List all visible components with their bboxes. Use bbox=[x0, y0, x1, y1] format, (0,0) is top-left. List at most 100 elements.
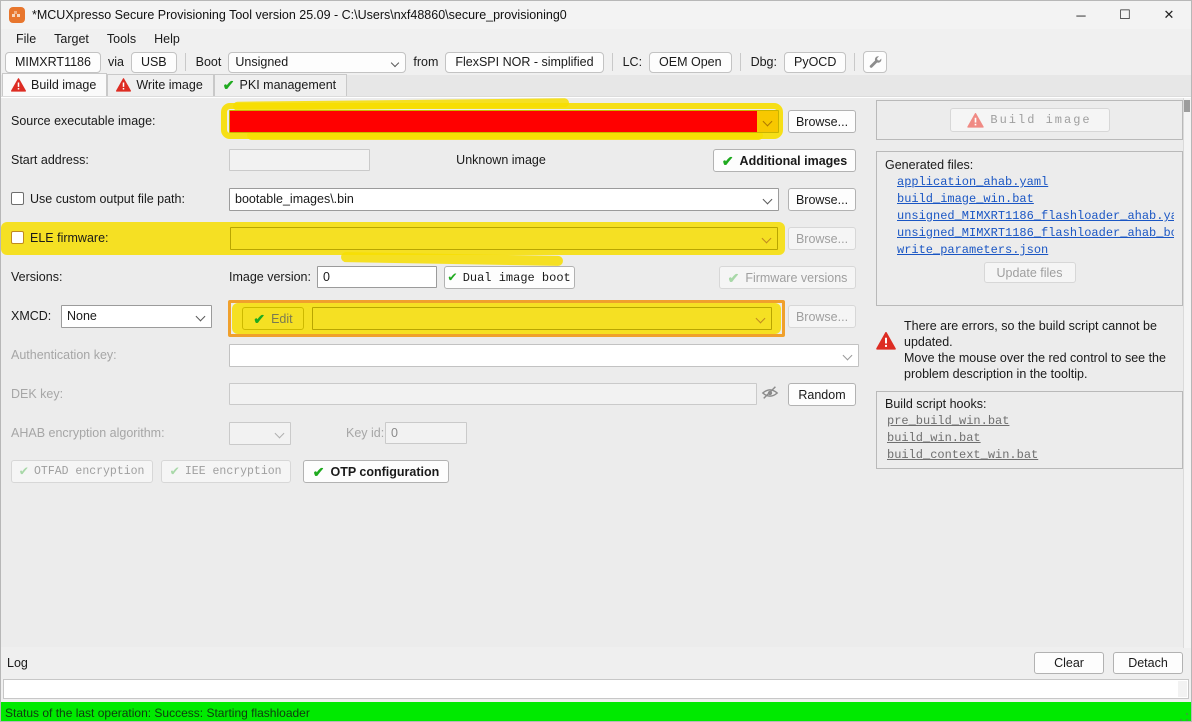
warning-icon bbox=[967, 113, 984, 128]
marker-highlight bbox=[341, 252, 563, 266]
boot-type-value: Unsigned bbox=[235, 55, 288, 69]
connection-button[interactable]: USB bbox=[131, 52, 177, 73]
log-output[interactable] bbox=[3, 679, 1189, 699]
output-path-checkbox[interactable] bbox=[11, 192, 24, 205]
additional-images-button[interactable]: ✔ Additional images bbox=[713, 149, 856, 172]
check-icon: ✔ bbox=[253, 312, 265, 326]
tab-write-image-label: Write image bbox=[136, 78, 202, 92]
menu-target[interactable]: Target bbox=[45, 30, 98, 48]
warning-icon bbox=[116, 78, 131, 92]
hook-link[interactable]: build_win.bat bbox=[887, 431, 1174, 445]
tab-build-image[interactable]: Build image bbox=[2, 73, 107, 96]
build-image-button-label: Build image bbox=[990, 113, 1091, 127]
check-icon: ✔ bbox=[448, 271, 456, 285]
ele-firmware-combobox[interactable] bbox=[230, 227, 778, 250]
dek-key-label: DEK key: bbox=[11, 383, 63, 405]
menu-tools[interactable]: Tools bbox=[98, 30, 145, 48]
log-clear-button[interactable]: Clear bbox=[1034, 652, 1104, 674]
scrollbar-thumb[interactable] bbox=[1184, 100, 1190, 112]
source-image-combobox[interactable] bbox=[229, 110, 779, 133]
build-script-hooks-box: Build script hooks: pre_build_win.bat bu… bbox=[876, 391, 1183, 469]
xmcd-edit-button[interactable]: ✔ Edit bbox=[242, 307, 304, 330]
dek-key-field bbox=[229, 383, 757, 405]
tab-pki-management-label: PKI management bbox=[240, 78, 337, 92]
combo-arrow-zone bbox=[757, 111, 778, 132]
from-label: from bbox=[411, 55, 440, 69]
source-browse-button[interactable]: Browse... bbox=[788, 110, 856, 133]
title-bar: *MCUXpresso Secure Provisioning Tool ver… bbox=[1, 1, 1191, 29]
dek-random-button[interactable]: Random bbox=[788, 383, 856, 406]
dbg-label: Dbg: bbox=[749, 55, 779, 69]
otp-configuration-button[interactable]: ✔ OTP configuration bbox=[303, 460, 449, 483]
settings-wrench-button[interactable] bbox=[863, 51, 887, 73]
error-message-text2: Move the mouse over the red control to s… bbox=[904, 350, 1172, 382]
wrench-icon bbox=[868, 55, 882, 69]
ahab-algorithm-select bbox=[229, 422, 291, 445]
build-image-button: Build image bbox=[950, 108, 1110, 132]
key-id-field: 0 bbox=[385, 422, 467, 444]
vertical-scrollbar[interactable] bbox=[1183, 98, 1191, 648]
menu-help[interactable]: Help bbox=[145, 30, 189, 48]
auth-key-label: Authentication key: bbox=[11, 344, 117, 366]
toolbar: MIMXRT1186 via USB Boot Unsigned from Fl… bbox=[1, 49, 1191, 75]
log-detach-button[interactable]: Detach bbox=[1113, 652, 1183, 674]
chevron-down-icon bbox=[196, 312, 206, 322]
generated-file-link[interactable]: unsigned_MIMXRT1186_flashloader_ahab_boo… bbox=[897, 226, 1174, 240]
key-id-label: Key id: bbox=[346, 422, 384, 444]
generated-file-link[interactable]: build_image_win.bat bbox=[897, 192, 1174, 206]
generated-file-link[interactable]: unsigned_MIMXRT1186_flashloader_ahab.yam… bbox=[897, 209, 1174, 223]
ele-browse-button: Browse... bbox=[788, 227, 856, 250]
check-icon: ✔ bbox=[722, 154, 734, 168]
versions-label: Versions: bbox=[11, 266, 62, 288]
check-icon: ✔ bbox=[313, 465, 325, 479]
output-browse-button[interactable]: Browse... bbox=[788, 188, 856, 211]
output-path-label: Use custom output file path: bbox=[30, 188, 185, 210]
update-files-button: Update files bbox=[984, 262, 1076, 283]
maximize-button[interactable]: ☐ bbox=[1103, 1, 1147, 29]
output-path-combobox[interactable]: bootable_images\.bin bbox=[229, 188, 779, 211]
hook-link[interactable]: build_context_win.bat bbox=[887, 448, 1174, 462]
xmcd-file-combobox[interactable] bbox=[312, 307, 772, 330]
otfad-encryption-label: OTFAD encryption bbox=[34, 465, 144, 478]
boot-type-select[interactable]: Unsigned bbox=[228, 52, 406, 73]
boot-device-button[interactable]: FlexSPI NOR - simplified bbox=[445, 52, 603, 73]
ele-firmware-checkbox[interactable] bbox=[11, 231, 24, 244]
eye-slash-icon[interactable] bbox=[761, 385, 779, 404]
processor-button[interactable]: MIMXRT1186 bbox=[5, 52, 101, 73]
generated-file-link[interactable]: write_parameters.json bbox=[897, 243, 1174, 257]
xmcd-edit-label: Edit bbox=[271, 312, 293, 326]
check-icon: ✔ bbox=[170, 465, 178, 479]
error-message-text: There are errors, so the build script ca… bbox=[904, 318, 1172, 350]
app-icon bbox=[9, 7, 25, 23]
marker-highlight bbox=[233, 98, 569, 111]
life-cycle-button[interactable]: OEM Open bbox=[649, 52, 732, 73]
generated-file-link[interactable]: application_ahab.yaml bbox=[897, 175, 1174, 189]
source-image-label: Source executable image: bbox=[11, 110, 156, 132]
menu-file[interactable]: File bbox=[7, 30, 45, 48]
ahab-algorithm-label: AHAB encryption algorithm: bbox=[11, 422, 165, 444]
tab-pki-management[interactable]: ✔ PKI management bbox=[214, 74, 347, 96]
chevron-down-icon bbox=[763, 117, 773, 127]
minimize-button[interactable]: ─ bbox=[1059, 1, 1103, 29]
auth-key-combobox bbox=[229, 344, 859, 367]
debugger-button[interactable]: PyOCD bbox=[784, 52, 846, 73]
dual-image-boot-button[interactable]: ✔ Dual image boot bbox=[444, 266, 575, 289]
app-window: *MCUXpresso Secure Provisioning Tool ver… bbox=[0, 0, 1192, 722]
warning-icon bbox=[876, 332, 896, 350]
generated-files-title: Generated files: bbox=[885, 158, 1174, 172]
output-path-value: bootable_images\.bin bbox=[235, 192, 354, 206]
close-button[interactable]: ✕ bbox=[1147, 1, 1191, 29]
tab-write-image[interactable]: Write image bbox=[107, 74, 213, 96]
xmcd-mode-select[interactable]: None bbox=[61, 305, 212, 328]
xmcd-browse-button: Browse... bbox=[788, 305, 856, 328]
hook-link[interactable]: pre_build_win.bat bbox=[887, 414, 1174, 428]
toolbar-separator bbox=[185, 53, 186, 71]
image-version-label: Image version: bbox=[229, 266, 311, 288]
resize-grip-icon[interactable] bbox=[1179, 712, 1189, 722]
chevron-down-icon bbox=[756, 314, 766, 324]
status-text: Status of the last operation: Success: S… bbox=[5, 706, 310, 720]
image-version-field[interactable]: 0 bbox=[317, 266, 437, 288]
lc-label: LC: bbox=[621, 55, 644, 69]
check-icon: ✔ bbox=[728, 271, 740, 285]
chevron-down-icon bbox=[762, 234, 772, 244]
